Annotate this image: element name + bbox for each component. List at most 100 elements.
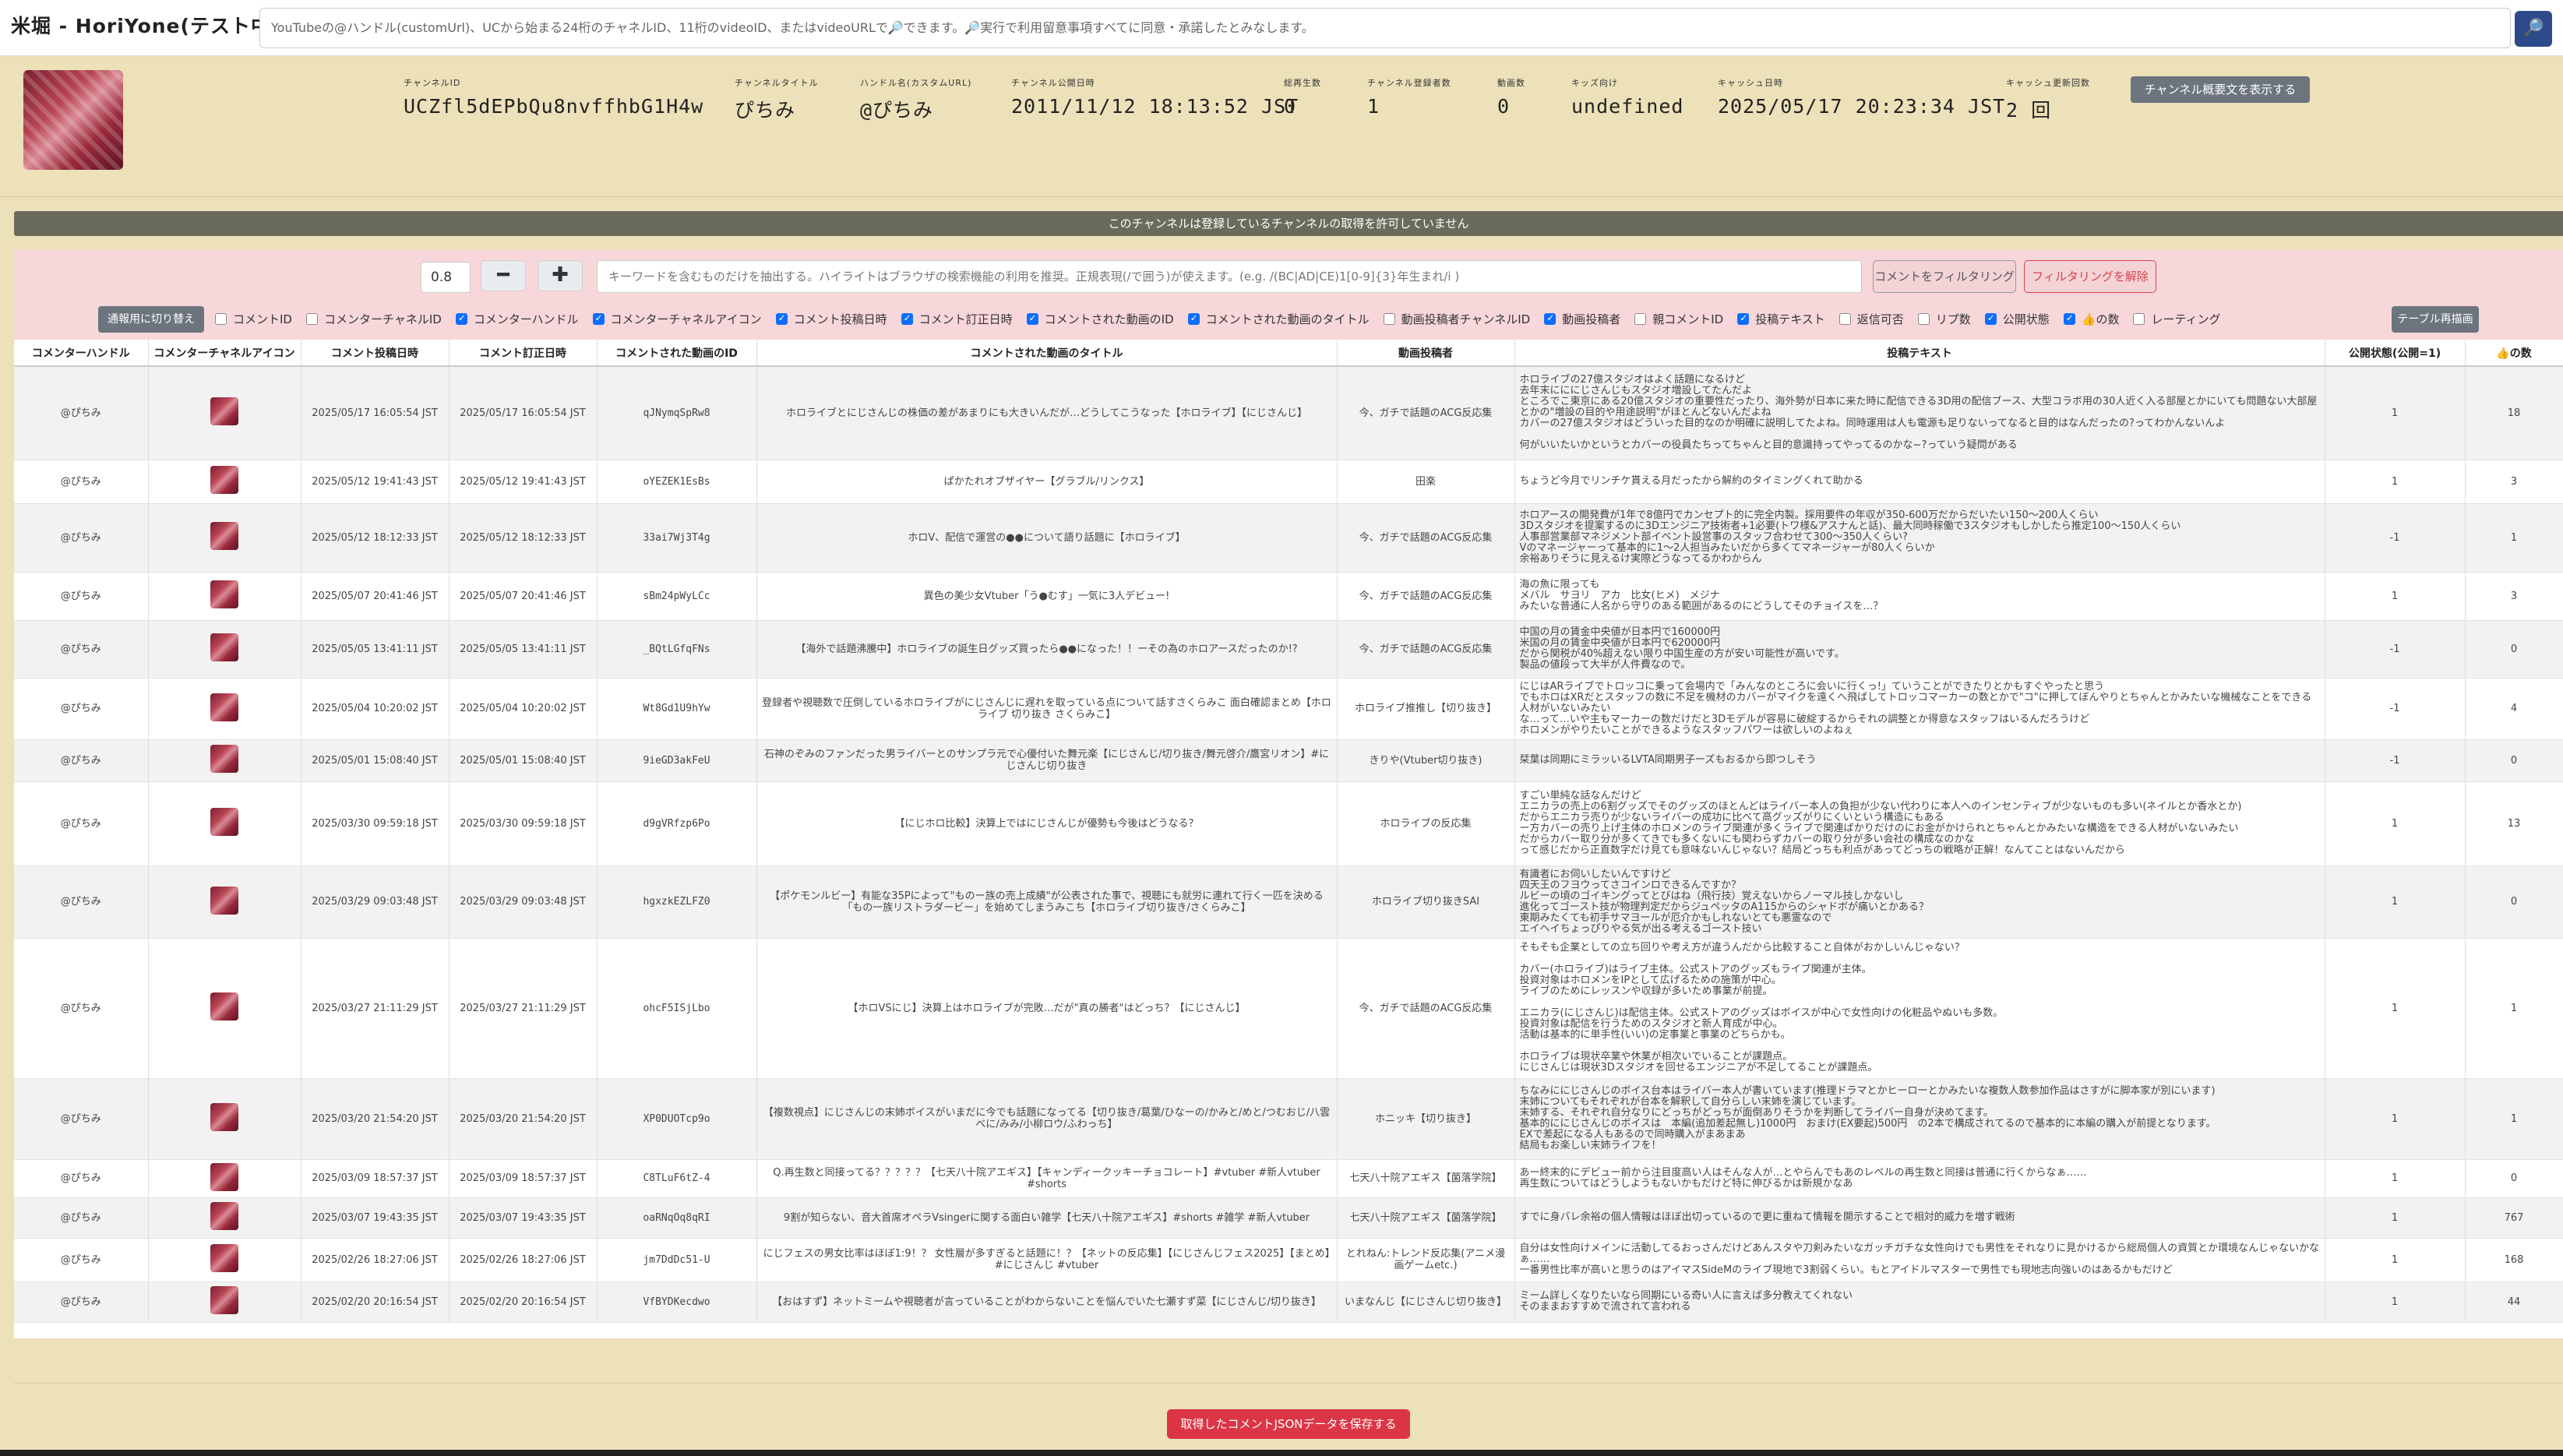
- checkbox[interactable]: [2063, 312, 2075, 325]
- column-toggle[interactable]: コメンターハンドル: [455, 311, 579, 327]
- commenter-handle: @ぴちみ: [14, 938, 149, 1079]
- like-count: 0: [2465, 865, 2563, 939]
- column-toggle[interactable]: 👍の数: [2063, 311, 2119, 327]
- keyword-filter-input[interactable]: キーワードを含むものだけを抽出する。ハイライトはブラウザの検索機能の利用を推奨。…: [597, 260, 1862, 293]
- avatar[interactable]: [210, 745, 238, 773]
- checkbox[interactable]: [1634, 312, 1647, 325]
- column-toggle[interactable]: コメンターチャネルアイコン: [592, 311, 762, 327]
- column-toggle-label: レーティング: [2151, 312, 2221, 326]
- column-toggle[interactable]: コメントID: [215, 311, 292, 327]
- edited-at: 2025/05/12 18:12:33 JST: [449, 503, 598, 573]
- column-toggle[interactable]: リプ数: [1917, 311, 1971, 327]
- channel-field: キャッシュ日時 2025/05/17 20:23:34 JST: [1718, 76, 2005, 118]
- like-count: 767: [2465, 1197, 2563, 1239]
- column-toggle[interactable]: コメント投稿日時: [775, 311, 887, 327]
- avatar[interactable]: [210, 992, 238, 1021]
- column-toggle[interactable]: レーティング: [2133, 311, 2221, 327]
- checkbox[interactable]: [592, 312, 605, 325]
- column-header[interactable]: 投稿テキスト: [1514, 340, 2325, 367]
- checkbox[interactable]: [455, 312, 467, 325]
- edited-at: 2025/05/12 19:41:43 JST: [449, 460, 598, 504]
- avatar[interactable]: [210, 1244, 238, 1272]
- step-value-input[interactable]: 0.8: [421, 262, 471, 293]
- video-title: 【おはすず】ネットミームや視聴者が言っていることがわからないことを悩んでいた七瀬…: [756, 1281, 1338, 1323]
- show-description-button[interactable]: チャンネル概要文を表示する: [2131, 76, 2310, 103]
- checkbox[interactable]: [2133, 312, 2145, 325]
- column-header[interactable]: 公開状態(公開=1): [2325, 340, 2466, 367]
- report-mode-button[interactable]: 通報用に切り替え: [98, 306, 204, 333]
- save-json-button[interactable]: 取得したコメントJSONデータを保存する: [1167, 1409, 1410, 1439]
- uploader: ホロライブ推推し【切り抜き】: [1337, 678, 1515, 740]
- checkbox[interactable]: [1026, 312, 1038, 325]
- column-toggle[interactable]: 公開状態: [1984, 311, 2050, 327]
- column-toggle[interactable]: 投稿テキスト: [1737, 311, 1825, 327]
- search-button[interactable]: 🔎: [2515, 11, 2552, 47]
- avatar[interactable]: [210, 580, 238, 608]
- comment-text: ミーム詳しくなりたいなら同期にいる奇い人に言えば多分教えてくれない そのままおす…: [1514, 1281, 2325, 1323]
- avatar[interactable]: [210, 808, 238, 836]
- filter-comments-button[interactable]: コメントをフィルタリング: [1873, 260, 2016, 293]
- clear-filter-button[interactable]: フィルタリングを解除: [2024, 260, 2156, 293]
- redraw-table-button[interactable]: テーブル再描画: [2392, 306, 2479, 333]
- checkbox[interactable]: [1984, 312, 1997, 325]
- checkbox[interactable]: [901, 312, 913, 325]
- avatar[interactable]: [210, 1202, 238, 1230]
- avatar[interactable]: [210, 397, 238, 426]
- avatar[interactable]: [210, 693, 238, 721]
- checkbox[interactable]: [1839, 312, 1851, 325]
- avatar[interactable]: [210, 886, 238, 915]
- commenter-icon: [148, 781, 301, 866]
- avatar[interactable]: [210, 1162, 238, 1191]
- column-header[interactable]: コメント投稿日時: [301, 340, 449, 367]
- checkbox[interactable]: [305, 312, 318, 325]
- checkbox[interactable]: [1917, 312, 1930, 325]
- decrease-button[interactable]: ━: [481, 260, 526, 291]
- increase-button[interactable]: ✚: [538, 260, 583, 291]
- column-toggle[interactable]: コメントされた動画のID: [1026, 311, 1174, 327]
- column-toggle-label: コメンターハンドル: [473, 312, 579, 326]
- column-header[interactable]: コメントされた動画のタイトル: [756, 340, 1338, 367]
- column-toggle[interactable]: 動画投稿者チャンネルID: [1383, 311, 1530, 327]
- column-toggle[interactable]: コメンターチャネルID: [305, 311, 442, 327]
- search-input[interactable]: YouTubeの@ハンドル(customUrl)、UCから始まる24桁のチャネル…: [259, 8, 2511, 48]
- channel-field-value: 0: [1284, 95, 1297, 118]
- column-header[interactable]: コメンターハンドル: [14, 340, 149, 367]
- commenter-icon: [148, 1238, 301, 1282]
- channel-field-label: 総再生数: [1284, 78, 1321, 88]
- channel-field-label: チャンネル公開日時: [1011, 78, 1095, 88]
- video-id: sBm24pWyLCc: [597, 572, 757, 621]
- avatar[interactable]: [210, 466, 238, 494]
- checkbox[interactable]: [1544, 312, 1556, 325]
- channel-field-label: チャンネルID: [404, 78, 461, 88]
- column-header[interactable]: 👍の数: [2465, 340, 2563, 367]
- video-id: jm7DdDc51-U: [597, 1238, 757, 1282]
- avatar[interactable]: [210, 1103, 238, 1131]
- column-toggle[interactable]: コメント訂正日時: [901, 311, 1013, 327]
- checkbox[interactable]: [215, 312, 227, 325]
- comment-text: そもそも企業としての立ち回りや考え方が違うんだから比較すること自体がおかしいんじ…: [1514, 938, 2325, 1079]
- column-toggle[interactable]: 動画投稿者: [1544, 311, 1620, 327]
- uploader: 七天八十院アエギス【菌落学院】: [1337, 1197, 1515, 1239]
- video-title: 【ホロVSにじ】決算上はホロライブが完敗…だが"真の勝者"はどっち？【にじさんじ…: [756, 938, 1338, 1079]
- checkbox[interactable]: [1187, 312, 1200, 325]
- table-row: @ぴちみ 2025/05/12 19:41:43 JST 2025/05/12 19…: [14, 460, 2563, 504]
- column-toggle-label: コメンターチャネルID: [323, 312, 442, 326]
- commenter-icon: [148, 366, 301, 460]
- checkbox[interactable]: [1383, 312, 1395, 325]
- checkbox[interactable]: [1737, 312, 1750, 325]
- channel-field: 総再生数 0: [1284, 76, 1321, 118]
- column-header[interactable]: コメントされた動画のID: [597, 340, 757, 367]
- column-toggle[interactable]: コメントされた動画のタイトル: [1187, 311, 1370, 327]
- column-toggle[interactable]: 返信可否: [1839, 311, 1904, 327]
- column-toggle[interactable]: 親コメントID: [1634, 311, 1723, 327]
- avatar[interactable]: [210, 1286, 238, 1314]
- checkbox[interactable]: [775, 312, 788, 325]
- column-header[interactable]: コメント訂正日時: [449, 340, 598, 367]
- channel-field: キャッシュ更新回数 2 回: [2006, 76, 2090, 123]
- column-header[interactable]: コメンターチャネルアイコン: [148, 340, 301, 367]
- table-row: @ぴちみ 2025/05/01 15:08:40 JST 2025/05/01 15…: [14, 739, 2563, 782]
- channel-field-value: ぴちみ: [735, 99, 796, 122]
- avatar[interactable]: [210, 633, 238, 661]
- avatar[interactable]: [210, 522, 238, 550]
- column-header[interactable]: 動画投稿者: [1337, 340, 1515, 367]
